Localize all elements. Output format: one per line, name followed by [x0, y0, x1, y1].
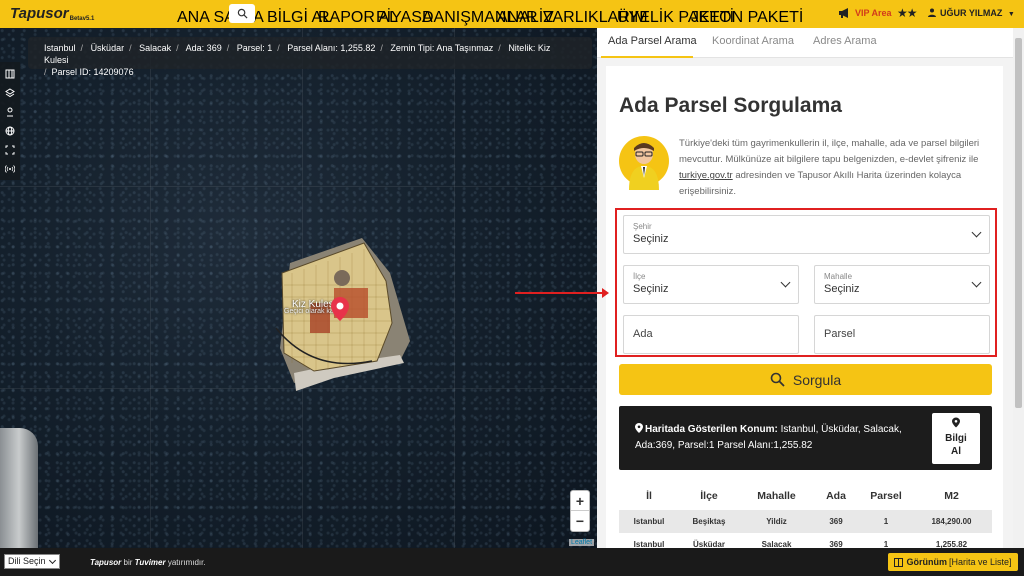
user-menu[interactable]: UĞUR YILMAZ ▼: [928, 8, 1015, 18]
district-value: Seçiniz: [633, 283, 669, 295]
chevron-down-icon: [971, 277, 982, 288]
table-row[interactable]: Istanbul Beşiktaş Yildiz 369 1 184,290.0…: [619, 510, 992, 533]
tapusor-logo[interactable]: TapusorBetav5.1: [10, 5, 94, 22]
nav-token-package[interactable]: JETON PAKETİ: [691, 9, 803, 27]
bc-parcel: Parsel: 1: [236, 43, 273, 53]
table-row[interactable]: Istanbul Üsküdar Salacak 369 1 1,255.82: [619, 533, 992, 548]
bc-parcel-area: Parsel Alanı: 1,255.82: [287, 43, 376, 53]
col-header-district: İlçe: [700, 490, 718, 502]
col-header-parcel: Parsel: [870, 490, 902, 502]
block-input[interactable]: Ada: [623, 315, 799, 354]
city-label: Şehir: [633, 222, 652, 231]
chevron-down-icon: ▼: [1007, 11, 1015, 18]
language-select[interactable]: Dili Seçin: [4, 554, 60, 569]
search-icon: [770, 372, 785, 387]
globe-icon[interactable]: [1, 121, 19, 140]
vip-area-link[interactable]: VIP Area: [838, 7, 892, 19]
location-pin-icon: [635, 423, 643, 433]
query-button[interactable]: Sorgula: [619, 364, 992, 395]
query-card: Ada Parsel Sorgulama Türkiye'deki tüm ga…: [606, 66, 1003, 548]
results-table: İl İlçe Mahalle Ada Parsel M2 Istanbul B…: [619, 484, 992, 548]
user-icon: [928, 8, 936, 17]
annotation-arrow: [515, 288, 609, 298]
search-button[interactable]: [229, 4, 255, 23]
map-view[interactable]: Kiz Kulesi Geçici olarak kapalı Istanbul…: [0, 28, 597, 548]
panel-scrollbar[interactable]: [1013, 28, 1024, 548]
col-header-area: M2: [944, 490, 959, 502]
map-gridline: [454, 28, 455, 548]
district-select[interactable]: İlçe Seçiniz: [623, 265, 799, 304]
block-placeholder: Ada: [633, 328, 653, 340]
shown-location-box: Haritada Gösterilen Konum: Istanbul, Üsk…: [619, 406, 992, 470]
turkiye-gov-link[interactable]: turkiye.gov.tr: [679, 170, 733, 181]
map-tools: [0, 62, 20, 180]
scrollbar-thumb[interactable]: [1015, 38, 1022, 408]
ship-hull: [0, 428, 38, 548]
parcel-placeholder: Parsel: [824, 328, 856, 340]
search-icon: [237, 8, 248, 19]
parcel-input[interactable]: Parsel: [814, 315, 990, 354]
shown-location-text: Haritada Gösterilen Konum: Istanbul, Üsk…: [635, 423, 902, 451]
megaphone-icon: [839, 8, 848, 18]
parcel-info-bar: Istanbul / Üsküdar / Salacak / Ada: 369/ Pa…: [28, 37, 592, 77]
neighborhood-select[interactable]: Mahalle Seçiniz: [814, 265, 990, 304]
broadcast-icon[interactable]: [1, 159, 19, 178]
search-tabs: Ada Parsel Arama Koordinat Arama Adres A…: [597, 28, 1013, 58]
footer-credit: Tapusor bir Tuvimer yatırımıdır.: [90, 558, 206, 567]
table-header: İl İlçe Mahalle Ada Parsel M2: [619, 484, 992, 510]
layout-icon: [894, 557, 904, 567]
tab-block-parcel-search[interactable]: Ada Parsel Arama: [608, 35, 697, 47]
chevron-down-icon: [780, 277, 791, 288]
district-label: İlçe: [633, 272, 646, 281]
location-pin-icon: [952, 417, 960, 428]
neighborhood-value: Seçiniz: [824, 283, 860, 295]
active-tab-indicator: [601, 56, 693, 58]
top-navbar: TapusorBetav5.1 ANA SAYFA BİLGİ AL RAPOR…: [0, 0, 1024, 28]
bc-parcel-id: Parsel ID: 14209076: [51, 67, 134, 77]
bc-neighborhood: Salacak: [139, 43, 172, 53]
parcel-query-form: Şehir Seçiniz İlçe Seçiniz Mahalle Seçin…: [615, 208, 997, 357]
map-gridline: [0, 186, 597, 187]
map-marker-icon[interactable]: [331, 297, 349, 321]
map-gridline: [150, 28, 151, 548]
chevron-down-icon: [971, 227, 982, 238]
tab-coordinate-search[interactable]: Koordinat Arama: [712, 35, 794, 47]
page-title: Ada Parsel Sorgulama: [619, 94, 842, 117]
zoom-out-button[interactable]: −: [571, 511, 589, 531]
neighborhood-label: Mahalle: [824, 272, 853, 281]
query-button-label: Sorgula: [792, 371, 842, 388]
zoom-control: + −: [570, 490, 590, 532]
tab-address-search[interactable]: Adres Arama: [813, 35, 877, 47]
footer-bar: Dili Seçin Tapusor bir Tuvimer yatırımıd…: [0, 548, 1024, 576]
leaflet-attribution[interactable]: Leaflet: [569, 539, 595, 546]
bc-district: Üsküdar: [90, 43, 125, 53]
map-layers-icon[interactable]: [1, 64, 19, 83]
rating-stars-icon: ★★: [897, 6, 917, 20]
user-name: UĞUR YILMAZ: [940, 8, 1003, 18]
fullscreen-icon[interactable]: [1, 140, 19, 159]
col-header-block: Ada: [826, 490, 846, 502]
bc-ground-type: Zemin Tipi: Ana Taşınmaz: [390, 43, 494, 53]
city-value: Seçiniz: [633, 233, 669, 245]
zoom-in-button[interactable]: +: [571, 491, 589, 511]
search-panel: Ada Parsel Arama Koordinat Arama Adres A…: [597, 28, 1024, 548]
person-pin-icon[interactable]: [1, 102, 19, 121]
mascot-avatar: [619, 136, 669, 190]
intro-text: Türkiye'deki tüm gayrimenkullerin il, il…: [679, 138, 980, 197]
get-info-button[interactable]: Bilgi Al: [932, 413, 980, 464]
bc-city: Istanbul: [44, 43, 76, 53]
stack-icon[interactable]: [1, 83, 19, 102]
col-header-neighborhood: Mahalle: [757, 490, 796, 502]
bc-block: Ada: 369: [185, 43, 222, 53]
col-header-province: İl: [646, 490, 652, 502]
city-select[interactable]: Şehir Seçiniz: [623, 215, 990, 254]
view-mode-button[interactable]: Görünüm [Harita ve Liste]: [888, 553, 1018, 571]
